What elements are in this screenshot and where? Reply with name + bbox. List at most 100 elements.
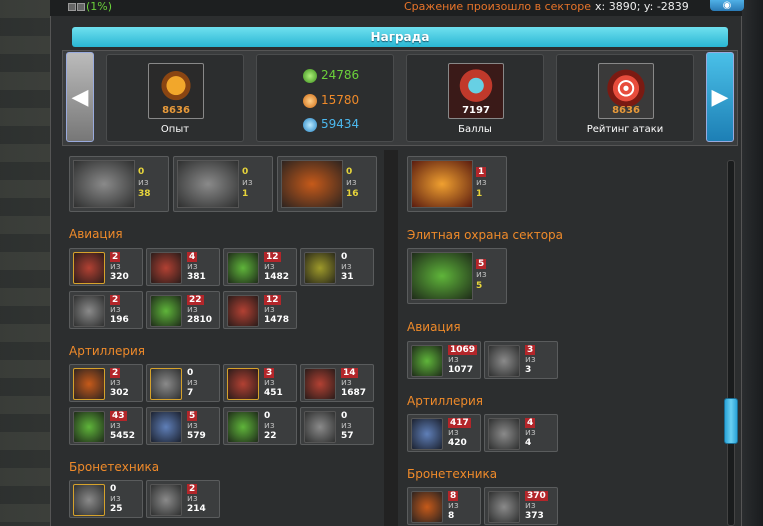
chevron-right-icon: ▶ [711, 84, 729, 110]
unit-card[interactable]: 0 из 31 [300, 248, 374, 286]
unit-card[interactable]: 0 из 57 [300, 407, 374, 445]
column-divider [384, 150, 398, 526]
resource-credits: 59434 [303, 117, 359, 132]
unit-card[interactable]: 22 из 2810 [146, 291, 220, 329]
lost-count: 0 [341, 252, 348, 262]
section-armor-title: Бронетехника [69, 460, 160, 474]
unit-card[interactable]: 2 из 196 [69, 291, 143, 329]
credits-icon [303, 117, 317, 132]
resource-uranium: 24786 [303, 68, 359, 83]
unit-card[interactable]: 12 из 1478 [223, 291, 297, 329]
artillery-icon [73, 368, 105, 400]
unit-card[interactable]: 0 из 25 [69, 480, 143, 518]
sector-coordinates[interactable]: x: 3890; y: -2839 [595, 0, 689, 13]
map-background-left [0, 0, 50, 526]
unit-card[interactable]: 4 из 381 [146, 248, 220, 286]
unit-card[interactable]: 1069 из 1077 [407, 341, 481, 379]
total-count: 302 [110, 388, 129, 398]
unit-card[interactable]: 12 из 1482 [223, 248, 297, 286]
score-icon: 7197 [448, 63, 504, 119]
unit-card[interactable]: 370 из 373 [484, 487, 558, 525]
target-icon: 8636 [598, 63, 654, 119]
progress-percent: (1%) [68, 0, 112, 13]
scrollbar-track[interactable] [727, 160, 735, 526]
lost-count: 0 [341, 411, 348, 421]
of-label: из [110, 378, 121, 388]
unit-card[interactable]: 0 из 1 [173, 156, 273, 212]
section-aviation-title: Авиация [407, 320, 461, 334]
unit-card[interactable]: 2 из 214 [146, 480, 220, 518]
total-count: 25 [110, 504, 123, 514]
unit-card[interactable]: 3 из 451 [223, 364, 297, 402]
of-label: из [110, 305, 121, 315]
of-label: из [187, 494, 198, 504]
unit-card[interactable]: 0 из 22 [223, 407, 297, 445]
unit-card[interactable]: 14 из 1687 [300, 364, 374, 402]
lost-count: 43 [110, 411, 127, 421]
unit-card[interactable]: 417 из 420 [407, 414, 481, 452]
of-label: из [110, 262, 121, 272]
total-count: 5452 [110, 431, 136, 441]
total-count: 196 [110, 315, 129, 325]
scrollbar-thumb[interactable] [724, 398, 738, 444]
tank-icon [488, 491, 520, 523]
lost-count: 14 [341, 368, 358, 378]
unit-card[interactable]: 3 из 3 [484, 341, 558, 379]
total-count: 1478 [264, 315, 290, 325]
unit-card[interactable]: 5 из 579 [146, 407, 220, 445]
of-label: из [110, 421, 121, 431]
mech-unit-icon [73, 160, 135, 208]
total-count: 420 [448, 438, 467, 448]
of-label: из [341, 262, 352, 272]
lost-count: 5 [187, 411, 198, 421]
total-count: 381 [187, 272, 206, 282]
total-count: 57 [341, 431, 354, 441]
robot-icon [411, 345, 443, 377]
titanium-icon [303, 93, 317, 108]
of-label: из [187, 262, 198, 272]
battle-sector-message: Сражение произошло в секторе [404, 0, 591, 13]
lost-count: 22 [187, 295, 204, 305]
lost-count: 12 [264, 252, 281, 262]
walker-unit-icon [177, 160, 239, 208]
eye-icon[interactable]: ◉ [710, 0, 744, 11]
artillery-icon [227, 411, 259, 443]
unit-card[interactable]: 5 из 5 [407, 248, 507, 304]
total-count: 1077 [448, 365, 474, 375]
unit-card[interactable]: 4 из 4 [484, 414, 558, 452]
unit-card[interactable]: 0 из 7 [146, 364, 220, 402]
unit-card[interactable]: 8 из 8 [407, 487, 481, 525]
attack-rating-label: Рейтинг атаки [586, 124, 664, 135]
section-elite-guard-title: Элитная охрана сектора [407, 228, 564, 242]
reward-resources-card: 24786 15780 59434 [256, 54, 394, 142]
reward-experience-card: 8636 Опыт [106, 54, 244, 142]
of-label: из [341, 378, 352, 388]
of-label: из [264, 305, 275, 315]
of-label: из [448, 501, 459, 511]
tank-icon [150, 484, 182, 516]
of-label: из [341, 421, 352, 431]
unit-card[interactable]: 0 из 16 [277, 156, 377, 212]
unit-card[interactable]: 43 из 5452 [69, 407, 143, 445]
reward-header: Награда [72, 27, 728, 47]
unit-card[interactable]: 2 из 302 [69, 364, 143, 402]
of-label: из [448, 355, 459, 365]
total-count: 22 [264, 431, 277, 441]
tank-icon [73, 484, 105, 516]
unit-card[interactable]: 0 из 38 [69, 156, 169, 212]
artillery-icon [73, 411, 105, 443]
aircraft-icon [227, 252, 259, 284]
next-arrow-button[interactable]: ▶ [706, 52, 734, 142]
of-label: из [264, 378, 275, 388]
unit-card[interactable]: 1 из 1 [407, 156, 507, 212]
of-label: из [187, 305, 198, 315]
of-label: из [187, 378, 198, 388]
lost-count: 1069 [448, 345, 478, 355]
lost-count: 8 [448, 491, 459, 501]
top-info-bar: (1%) Сражение произошло в секторе x: 389… [50, 0, 744, 16]
experience-label: Опыт [160, 124, 190, 135]
tank-icon [411, 491, 443, 523]
prev-arrow-button[interactable]: ◀ [66, 52, 94, 142]
unit-card[interactable]: 2 из 320 [69, 248, 143, 286]
of-label: из [448, 428, 459, 438]
